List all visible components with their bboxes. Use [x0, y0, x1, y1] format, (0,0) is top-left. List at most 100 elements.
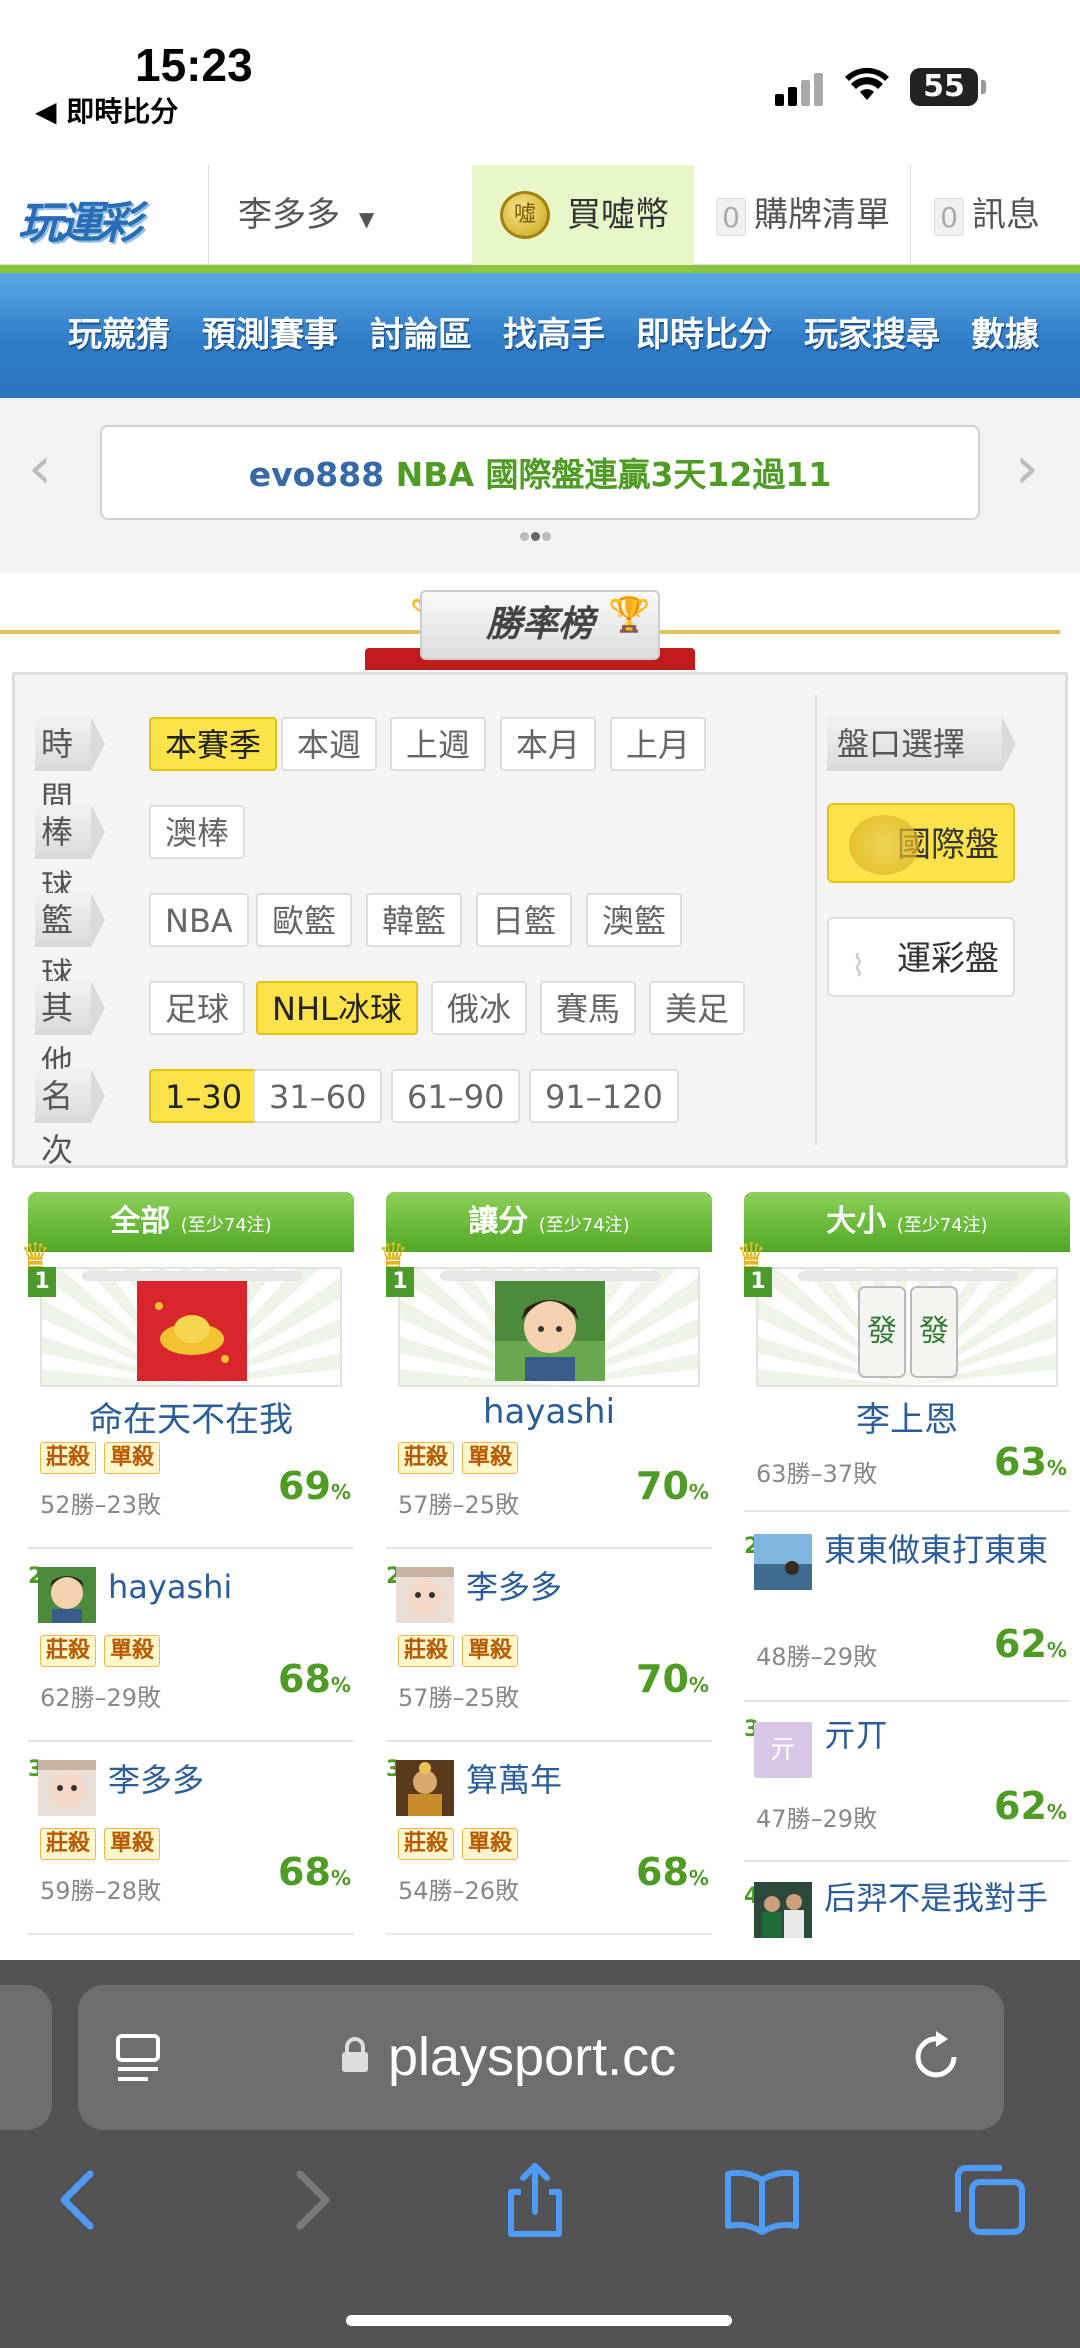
column-header: 讓分 (至少74注): [386, 1192, 712, 1252]
player-name[interactable]: 李上恩: [744, 1392, 1070, 1441]
back-icon[interactable]: [40, 2160, 120, 2240]
tag-banker-kill: 莊殺: [398, 1828, 455, 1860]
win-rate: 70%: [636, 1657, 709, 1701]
svg-text:發: 發: [867, 1314, 897, 1349]
trophy-icon: 🏆: [608, 595, 651, 635]
messages-label: 訊息: [972, 195, 1040, 235]
site-header: 玩運彩 李多多 ▼ 噓 買噓幣 0 購牌清單 0 訊息: [0, 165, 1080, 265]
next-arrow-icon[interactable]: ›: [1015, 438, 1039, 498]
player-name[interactable]: hayashi: [108, 1567, 232, 1607]
avatar: [396, 1567, 454, 1623]
column-header: 全部 (至少74注): [28, 1192, 354, 1252]
caret-down-icon: ▼: [358, 207, 375, 231]
chip-last-week[interactable]: 上週: [390, 717, 487, 771]
bookmarks-icon[interactable]: [722, 2160, 802, 2240]
tag-single-kill: 單殺: [104, 1828, 161, 1860]
lottery-odds-button[interactable]: ⌇ 運彩盤: [827, 917, 1015, 997]
nav-item-livescore[interactable]: 即時比分: [636, 273, 772, 398]
chip-euro-basketball[interactable]: 歐籃: [256, 893, 353, 947]
win-loss-record: 63勝–37敗: [756, 1460, 878, 1488]
column-title: 讓分: [468, 1204, 529, 1239]
nav-item-data[interactable]: 數據: [971, 273, 1039, 398]
entry-divider: [386, 1740, 712, 1742]
ranking-header: 🏆 勝率榜 🏆: [0, 590, 1080, 675]
chip-rank-31-60[interactable]: 31–60: [253, 1069, 383, 1123]
carousel-dots: [520, 526, 560, 541]
chip-nba[interactable]: NBA: [149, 893, 249, 947]
share-icon[interactable]: [495, 2160, 575, 2240]
cart-label: 購牌清單: [754, 195, 890, 235]
site-logo[interactable]: 玩運彩: [18, 187, 176, 249]
chip-rank-91-120[interactable]: 91–120: [529, 1069, 679, 1123]
player-name[interactable]: 命在天不在我: [28, 1392, 354, 1441]
chip-khl[interactable]: 俄冰: [431, 981, 528, 1035]
address-bar[interactable]: playsport.cc: [78, 1985, 1004, 2130]
chip-this-month[interactable]: 本月: [500, 717, 597, 771]
cart-link[interactable]: 0 購牌清單: [716, 165, 890, 265]
chip-rank-61-90[interactable]: 61–90: [391, 1069, 521, 1123]
top-rank-card[interactable]: 發發: [756, 1267, 1058, 1387]
nav-item-experts[interactable]: 找高手: [503, 273, 605, 398]
user-dropdown[interactable]: 李多多 ▼: [210, 165, 470, 265]
entry-divider: [28, 1933, 354, 1935]
nav-item-player-search[interactable]: 玩家搜尋: [804, 273, 940, 398]
player-name[interactable]: 亓丌: [824, 1715, 888, 1755]
win-loss-record: 52勝–23敗: [40, 1491, 162, 1519]
player-name[interactable]: 后羿不是我對手: [824, 1878, 1064, 1918]
filter-panel: 時間 本賽季 本週 上週 本月 上月 棒球 澳棒 籃球 NBA 歐籃 韓籃 日籃…: [12, 672, 1068, 1169]
chip-nhl[interactable]: NHL冰球: [256, 981, 418, 1035]
messages-link[interactable]: 0 訊息: [934, 165, 1040, 265]
taiwan-map-icon: ⌇: [851, 949, 866, 984]
reader-mode-icon[interactable]: [114, 2033, 168, 2083]
back-to-app-link[interactable]: ◀ 即時比分: [35, 90, 178, 130]
buy-coins-button[interactable]: 噓 買噓幣: [472, 165, 694, 265]
entry-divider: [744, 1860, 1070, 1862]
entry-divider: [744, 1700, 1070, 1702]
chip-japan-basketball[interactable]: 日籃: [476, 893, 573, 947]
chip-horse-racing[interactable]: 賽馬: [540, 981, 637, 1035]
player-name[interactable]: 李多多: [466, 1567, 562, 1607]
international-odds-button[interactable]: 國際盤: [827, 803, 1015, 883]
tag-single-kill: 單殺: [104, 1635, 161, 1667]
announcement-text: NBA 國際盤連贏3天12過11: [395, 455, 832, 494]
top-rank-card[interactable]: [40, 1267, 342, 1387]
chip-korea-basketball[interactable]: 韓籃: [366, 893, 463, 947]
player-name[interactable]: 李多多: [108, 1760, 204, 1800]
win-rate: 68%: [636, 1850, 709, 1894]
chip-aus-basketball[interactable]: 澳籃: [586, 893, 683, 947]
chip-rank-1-30[interactable]: 1–30: [149, 1069, 259, 1123]
reload-icon[interactable]: [908, 2029, 964, 2085]
chip-last-month[interactable]: 上月: [610, 717, 707, 771]
tag-single-kill: 單殺: [462, 1635, 519, 1667]
avatar: 亓: [754, 1722, 812, 1778]
filter-divider: [815, 695, 817, 1145]
tag-banker-kill: 莊殺: [398, 1442, 455, 1474]
forward-icon[interactable]: [270, 2160, 350, 2240]
player-name[interactable]: 東東做東打東東: [824, 1530, 1064, 1570]
pankou-label: 盤口選擇: [827, 717, 1016, 771]
player-name[interactable]: hayashi: [386, 1392, 712, 1432]
rank-number: 1: [386, 1267, 414, 1297]
home-indicator: [346, 2315, 732, 2326]
rope-decoration: [660, 630, 1060, 634]
player-name[interactable]: 算萬年: [466, 1760, 562, 1800]
battery-icon: 55: [910, 68, 986, 106]
nav-item-bet[interactable]: 玩競猜: [68, 273, 170, 398]
nav-item-predict[interactable]: 預測賽事: [202, 273, 338, 398]
chip-abl[interactable]: 澳棒: [149, 805, 246, 859]
previous-tab-preview[interactable]: [0, 1985, 52, 2130]
top-rank-card[interactable]: [398, 1267, 700, 1387]
chip-this-week[interactable]: 本週: [281, 717, 378, 771]
nav-item-forum[interactable]: 討論區: [370, 273, 472, 398]
win-rate: 62%: [994, 1784, 1067, 1828]
chip-american-football[interactable]: 美足: [649, 981, 746, 1035]
chip-soccer[interactable]: 足球: [149, 981, 246, 1035]
tabs-icon[interactable]: [950, 2160, 1030, 2240]
announcement-banner[interactable]: evo888 NBA 國際盤連贏3天12過11: [100, 425, 980, 520]
win-loss-record: 57勝–25敗: [398, 1684, 520, 1712]
prev-arrow-icon[interactable]: ‹: [28, 438, 52, 498]
tag-banker-kill: 莊殺: [40, 1442, 97, 1474]
win-rate: 62%: [994, 1622, 1067, 1666]
ranking-column-over-under: 大小 (至少74注) 發發 ♛ 1 李上恩 63勝–37敗 63% 2 東東做東…: [736, 1192, 1070, 1960]
chip-season[interactable]: 本賽季: [149, 717, 278, 771]
